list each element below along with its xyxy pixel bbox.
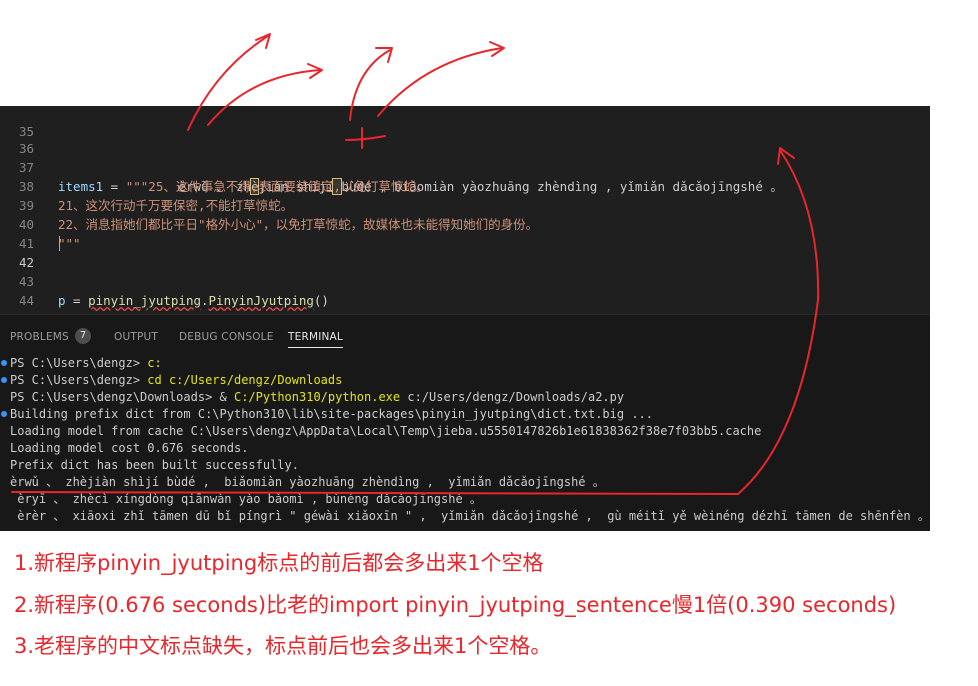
arrow-stroke	[207, 69, 321, 126]
note-line-3: 3.老程序的中文标点缺失，标点前后也会多出来1个空格。	[14, 634, 552, 658]
arrow-stroke	[187, 35, 269, 131]
red-annotation-strokes	[11, 33, 820, 495]
arrowhead	[777, 147, 795, 165]
note-line-2: 2.新程序(0.676 seconds)比老的import pinyin_jyu…	[14, 593, 897, 617]
underline-to-arrow	[11, 149, 820, 495]
arrow-stroke	[377, 47, 503, 117]
note-line-1: 1.新程序pinyin_jyutping标点的前后都会多出来1个空格	[14, 551, 544, 575]
underline-stroke	[345, 135, 386, 141]
